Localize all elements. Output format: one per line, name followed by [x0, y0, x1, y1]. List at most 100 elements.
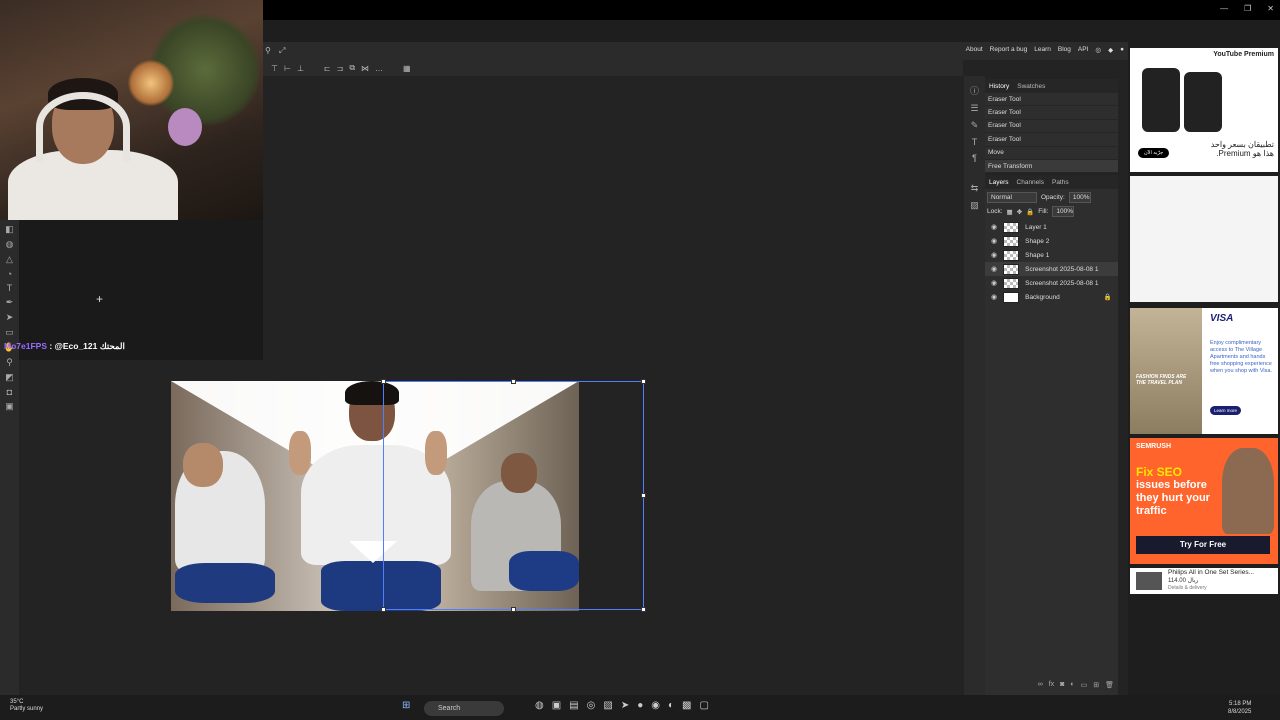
close-icon[interactable]: ✕: [1267, 4, 1274, 13]
history-item[interactable]: Eraser Tool: [985, 93, 1118, 107]
app-icon[interactable]: ▢: [700, 700, 709, 711]
align-middle-icon[interactable]: ⊢: [284, 64, 291, 73]
blog-link[interactable]: Blog: [1058, 46, 1071, 54]
adjustment-icon[interactable]: ◐: [1070, 681, 1074, 689]
chrome-icon[interactable]: ◉: [651, 700, 660, 711]
pen-tool-icon[interactable]: ✒: [6, 297, 14, 308]
api-link[interactable]: API: [1078, 46, 1088, 54]
semrush-try-button[interactable]: Try For Free: [1136, 536, 1270, 554]
about-link[interactable]: About: [966, 46, 983, 54]
align-left-icon[interactable]: ⊏: [324, 64, 331, 73]
visa-ad[interactable]: FASHION FINDS ARE THE TRAVEL PLAN VISA E…: [1130, 308, 1278, 434]
layer-row[interactable]: ◉ Background 🔒: [985, 290, 1118, 304]
layer-row[interactable]: ◉ Layer 1: [985, 220, 1118, 234]
tab-channels[interactable]: Channels: [1017, 179, 1044, 186]
mask-icon[interactable]: ◙: [1060, 681, 1064, 689]
lock-position-icon[interactable]: ✥: [1017, 208, 1022, 216]
learn-link[interactable]: Learn: [1034, 46, 1051, 54]
quick-mask-icon[interactable]: ◘: [7, 387, 12, 397]
app-icon[interactable]: ▧: [603, 700, 612, 711]
blend-mode-select[interactable]: Normal: [987, 192, 1037, 203]
taskbar-search[interactable]: Search: [424, 701, 504, 716]
link-icon[interactable]: ∞: [1038, 681, 1043, 689]
file-explorer-icon[interactable]: ▣: [552, 700, 561, 711]
more-icon[interactable]: …: [375, 64, 383, 73]
fullscreen-icon[interactable]: ⤢: [279, 46, 285, 56]
eye-icon[interactable]: ◉: [991, 223, 997, 231]
search-icon[interactable]: ⚲: [265, 46, 271, 55]
folder-icon[interactable]: ▤: [569, 700, 578, 711]
twitter-icon[interactable]: ◆: [1108, 46, 1113, 54]
eye-icon[interactable]: ◉: [991, 279, 997, 287]
layer-row-selected[interactable]: ◉ Screenshot 2025-08-08 1: [985, 262, 1118, 276]
layer-row[interactable]: ◉ Screenshot 2025-08-08 1: [985, 276, 1118, 290]
eye-icon[interactable]: ◉: [991, 265, 997, 273]
character-icon[interactable]: T: [972, 137, 978, 147]
obs-icon[interactable]: ●: [637, 700, 643, 711]
new-layer-icon[interactable]: ⊞: [1093, 681, 1099, 689]
facebook-icon[interactable]: ●: [1120, 46, 1124, 54]
layer-row[interactable]: ◉ Shape 1: [985, 248, 1118, 262]
lock-all-icon[interactable]: 🔒: [1026, 208, 1034, 216]
eye-icon[interactable]: ◉: [991, 237, 997, 245]
blur-tool-icon[interactable]: ◍: [6, 239, 14, 250]
distribute-h-icon[interactable]: ⋈: [361, 64, 369, 73]
history-item[interactable]: Eraser Tool: [985, 120, 1118, 134]
align-top-icon[interactable]: ⊤: [271, 64, 278, 73]
history-item[interactable]: Move: [985, 147, 1118, 160]
transform-bounding-box[interactable]: [381, 379, 646, 612]
paragraph-icon[interactable]: ¶: [972, 153, 977, 163]
sharpen-tool-icon[interactable]: △: [6, 254, 13, 265]
weather-widget[interactable]: 35°C Partly sunny: [10, 699, 43, 713]
path-select-icon[interactable]: ➤: [6, 312, 14, 323]
folder-icon[interactable]: ▭: [1081, 681, 1088, 689]
windows-start-icon[interactable]: ⊞: [402, 700, 410, 711]
tab-paths[interactable]: Paths: [1052, 179, 1069, 186]
tab-layers[interactable]: Layers: [989, 179, 1009, 186]
dodge-tool-icon[interactable]: ◔: [7, 269, 12, 279]
history-item[interactable]: Eraser Tool: [985, 106, 1118, 120]
tab-swatches[interactable]: Swatches: [1017, 83, 1045, 90]
grid-icon[interactable]: ▦: [403, 64, 411, 73]
tab-history[interactable]: History: [989, 83, 1009, 90]
align-bottom-icon[interactable]: ⊥: [297, 64, 304, 73]
transform-handle-b[interactable]: [511, 607, 516, 612]
history-item[interactable]: Eraser Tool: [985, 133, 1118, 147]
eye-icon[interactable]: ◉: [991, 251, 997, 259]
trash-icon[interactable]: 🗑: [1105, 681, 1114, 689]
steam-icon[interactable]: ◐: [668, 700, 674, 711]
info-icon[interactable]: ⓘ: [970, 84, 979, 97]
color-swatch-icon[interactable]: ◩: [5, 372, 14, 383]
reddit-icon[interactable]: ◎: [1095, 46, 1101, 54]
image-icon[interactable]: ▨: [970, 200, 979, 211]
transform-handle-bl[interactable]: [381, 607, 386, 612]
system-clock[interactable]: 5:18 PM 8/8/2025: [1228, 700, 1251, 716]
visa-learn-more-button[interactable]: Learn more: [1210, 406, 1242, 415]
transform-handle-t[interactable]: [511, 379, 516, 384]
restore-icon[interactable]: ❐: [1244, 4, 1251, 13]
discord-icon[interactable]: ◎: [587, 700, 596, 711]
shape-tool-icon[interactable]: ▭: [5, 327, 14, 338]
transform-handle-r[interactable]: [641, 493, 646, 498]
edge-icon[interactable]: ◍: [535, 700, 544, 711]
distribute-icon[interactable]: ⧉: [349, 63, 355, 73]
properties-icon[interactable]: ☰: [970, 103, 978, 114]
fill-input[interactable]: 100%: [1052, 206, 1075, 217]
minecraft-icon[interactable]: ▩: [682, 700, 691, 711]
eraser-tool-icon[interactable]: ◧: [5, 224, 14, 235]
semrush-ad[interactable]: SEMRUSH Fix SEO issues before they hurt …: [1130, 438, 1278, 564]
lock-pixels-icon[interactable]: ▦: [1007, 208, 1013, 216]
align-center-icon[interactable]: ⊐: [337, 64, 344, 73]
report-bug-link[interactable]: Report a bug: [990, 46, 1028, 54]
minimize-icon[interactable]: —: [1220, 4, 1228, 13]
zoom-tool-icon[interactable]: ⚲: [6, 357, 13, 368]
layer-row[interactable]: ◉ Shape 2: [985, 234, 1118, 248]
eye-icon[interactable]: ◉: [991, 293, 997, 301]
effects-icon[interactable]: fx: [1049, 681, 1054, 689]
brush-settings-icon[interactable]: ✎: [971, 120, 979, 131]
transform-handle-br[interactable]: [641, 607, 646, 612]
transform-handle-tl[interactable]: [381, 379, 386, 384]
youtube-premium-ad[interactable]: YouTube Premium تطبيقان بسعر واحد هذا هو…: [1130, 48, 1278, 172]
youtube-cta-button[interactable]: جرّبه الآن: [1138, 148, 1170, 158]
adjustments-icon[interactable]: ⇆: [971, 183, 979, 194]
